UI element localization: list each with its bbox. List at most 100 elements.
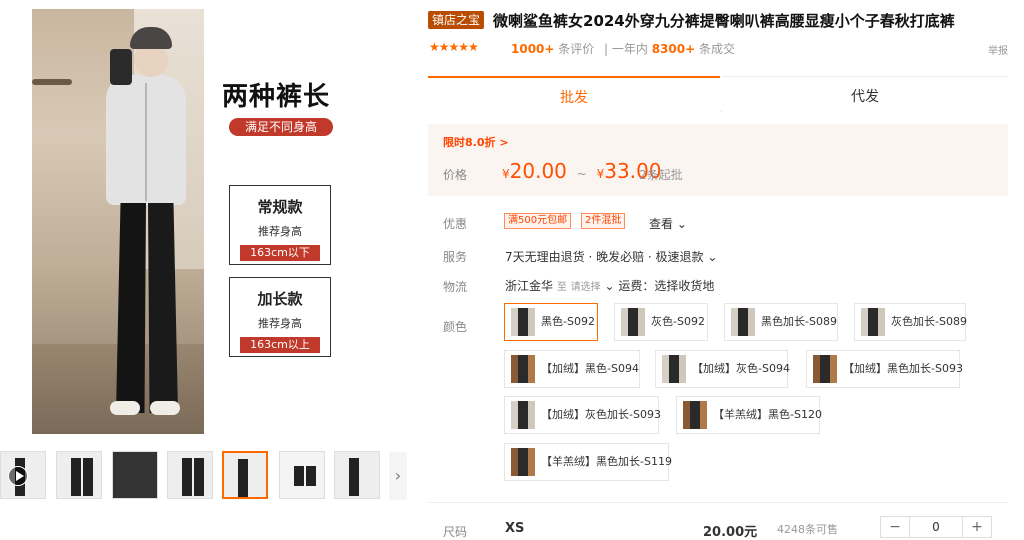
thumb-figure	[71, 458, 81, 496]
thumb-figure	[182, 458, 192, 496]
color-option[interactable]: 【羊羔绒】黑色加长-S119	[504, 443, 672, 481]
shipping-fee: ⌄ 运费：选择收货地	[604, 279, 715, 293]
color-thumb	[731, 308, 755, 336]
sold-stat: | 一年内 8300+ 条成交	[604, 42, 735, 56]
color-option-label: 灰色-S092	[651, 315, 705, 328]
logistics-label: 物流	[443, 280, 468, 294]
color-thumb	[621, 308, 645, 336]
shop-badge: 镇店之宝	[428, 11, 485, 29]
color-option-label: 【羊羔绒】黑色-S120	[713, 408, 822, 421]
model-shoe-left	[110, 401, 140, 415]
model-zipper	[145, 83, 147, 201]
size-box-rec: 推荐身高	[258, 225, 302, 238]
reviews-count: 1000+	[511, 42, 555, 56]
thumbnail[interactable]	[279, 451, 325, 499]
color-option[interactable]: 【羊羔绒】黑色-S120	[676, 396, 822, 434]
thumbnail-selected[interactable]	[222, 451, 268, 499]
main-product-image[interactable]	[32, 9, 204, 434]
color-option[interactable]: 灰色加长-S089	[854, 303, 967, 341]
thumbnail[interactable]	[334, 451, 380, 499]
color-option-label: 【加绒】灰色加长-S093	[541, 408, 661, 421]
color-thumb	[662, 355, 686, 383]
min-order: 2条起批	[639, 168, 683, 182]
service-label: 服务	[443, 250, 468, 264]
thumb-figure	[349, 458, 359, 496]
color-option[interactable]: 【加绒】灰色加长-S093	[504, 396, 661, 434]
color-option[interactable]: 【加绒】灰色-S094	[655, 350, 790, 388]
reviews[interactable]: 1000+ 条评价	[511, 40, 594, 57]
tab-dropship[interactable]: 代发	[722, 76, 1008, 112]
gallery-subtitle: 满足不同身高	[229, 118, 333, 136]
logistics-info[interactable]: 浙江金华 至 请选择 ⌄ 运费：选择收货地	[505, 277, 714, 294]
discount-tag: 满500元包邮	[504, 213, 572, 229]
thumbnail[interactable]	[112, 451, 158, 499]
color-option-label: 【加绒】黑色-S094	[541, 362, 639, 375]
color-thumb	[683, 401, 707, 429]
discount-tag: 2件混批	[581, 213, 626, 229]
size-box-rec: 推荐身高	[258, 317, 302, 330]
service-info[interactable]: 7天无理由退货 · 晚发必赔 · 极速退款 ⌄	[505, 248, 717, 265]
model-phone	[110, 49, 132, 85]
color-thumb	[511, 401, 535, 429]
color-option[interactable]: 【加绒】黑色-S094	[504, 350, 640, 388]
ship-from: 浙江金华	[505, 279, 554, 293]
discount-label: 优惠	[443, 217, 468, 231]
color-thumb	[813, 355, 837, 383]
color-label: 颜色	[443, 320, 468, 334]
section-divider	[428, 502, 1008, 503]
price-range: ¥20.00 ~ ¥33.00	[502, 159, 662, 183]
price-separator: ~	[576, 167, 587, 181]
discount-more-button[interactable]: 查看 ⌄	[649, 215, 687, 232]
color-thumb	[511, 355, 535, 383]
color-option-label: 【加绒】黑色加长-S093	[843, 362, 963, 375]
size-box-long: 加长款 推荐身高 163cm以上	[229, 277, 331, 357]
quantity-input[interactable]: 0	[910, 516, 962, 538]
sold-label: 条成交	[698, 42, 735, 56]
sold-count: 8300+	[651, 42, 696, 56]
report-link[interactable]: 举报	[988, 42, 1008, 57]
currency-symbol: ¥	[502, 167, 510, 181]
color-option[interactable]: 灰色-S092	[614, 303, 708, 341]
thumbnail[interactable]	[167, 451, 213, 499]
price-low: 20.00	[509, 159, 567, 183]
size-box-range: 163cm以上	[240, 337, 320, 353]
size-box-name: 加长款	[257, 290, 303, 308]
promo-link[interactable]: 限时8.0折 >	[443, 134, 509, 150]
color-option-label: 黑色加长-S089	[761, 315, 837, 328]
price-label: 价格	[443, 168, 468, 182]
color-option-label: 黑色-S092	[541, 315, 595, 328]
play-icon[interactable]	[8, 466, 28, 486]
color-option[interactable]: 黑色加长-S089	[724, 303, 838, 341]
ship-to-label: 至	[556, 282, 567, 293]
image-lamp	[32, 79, 72, 85]
color-option-label: 【加绒】灰色-S094	[692, 362, 790, 375]
size-stock: 4248条可售	[777, 523, 838, 536]
size-box-name: 常规款	[257, 198, 303, 216]
rating-stars-icon: ★★★★★	[429, 40, 479, 54]
thumbnail[interactable]	[56, 451, 102, 499]
color-thumb	[511, 448, 535, 476]
color-option-label: 【羊羔绒】黑色加长-S119	[541, 455, 672, 468]
reviews-label: 条评价	[558, 42, 595, 56]
quantity-plus-button[interactable]: +	[962, 516, 992, 538]
model-leg-left	[116, 203, 146, 413]
color-option-label: 灰色加长-S089	[891, 315, 967, 328]
color-option[interactable]: 【加绒】黑色加长-S093	[806, 350, 963, 388]
ship-to-select[interactable]: 请选择	[571, 282, 601, 293]
tab-wholesale[interactable]: 批发	[428, 76, 720, 112]
color-thumb	[861, 308, 885, 336]
color-option-selected[interactable]: 黑色-S092	[504, 303, 598, 341]
thumb-figure	[306, 466, 316, 486]
size-box-range: 163cm以下	[240, 245, 320, 261]
color-thumb	[511, 308, 535, 336]
model-leg-right	[148, 203, 178, 413]
purchase-tabs: 批发 代发	[428, 76, 1008, 112]
gallery-title: 两种裤长	[222, 82, 331, 112]
next-thumbnail-icon[interactable]: ›	[389, 452, 407, 500]
model-shoe-right	[150, 401, 180, 415]
sold-year-label: 一年内	[611, 42, 648, 56]
quantity-minus-button[interactable]: −	[880, 516, 910, 538]
thumb-figure	[83, 458, 93, 496]
thumb-figure	[238, 459, 248, 497]
thumb-figure	[294, 466, 304, 486]
